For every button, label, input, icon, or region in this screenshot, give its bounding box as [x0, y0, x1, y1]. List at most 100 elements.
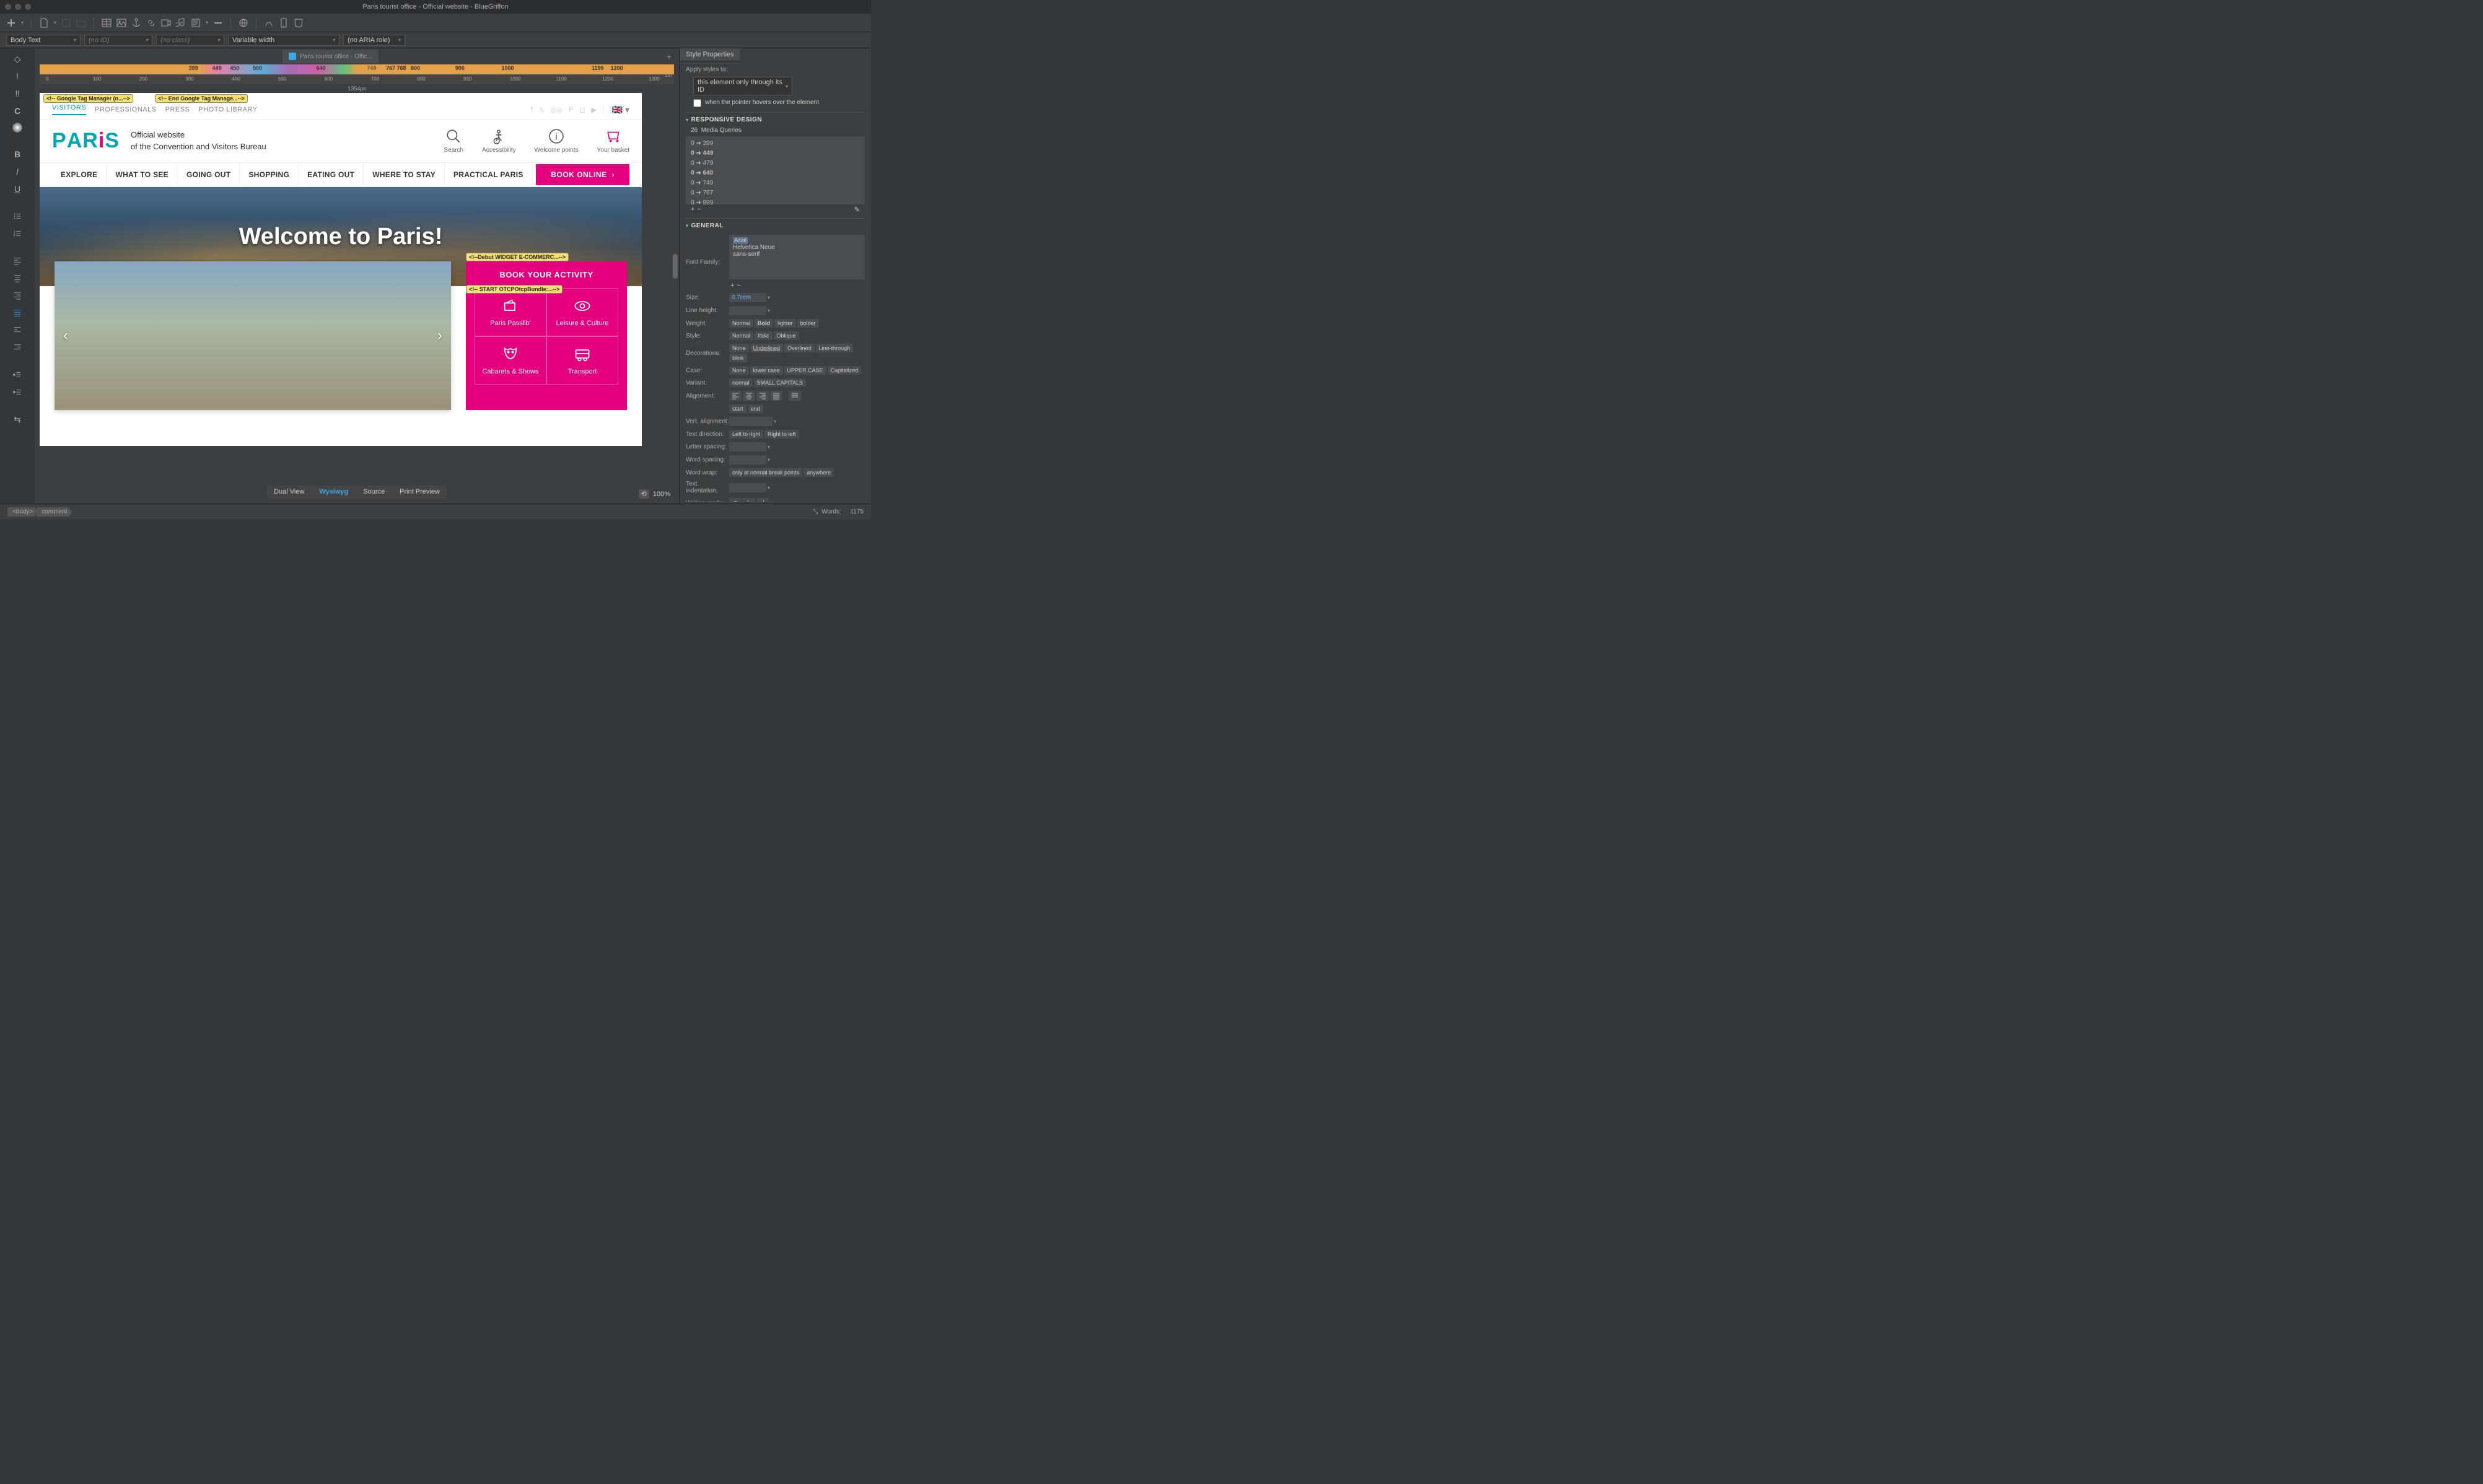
header-search[interactable]: Search	[444, 128, 463, 154]
document-tab[interactable]: Paris tourist office - Offic...	[282, 50, 379, 63]
header-welcome[interactable]: iWelcome points	[535, 128, 579, 154]
editor-scrollbar[interactable]	[672, 93, 679, 504]
topnav-professionals[interactable]: PROFESSIONALS	[95, 106, 156, 113]
word-spacing-input[interactable]	[729, 455, 766, 465]
wrap-buttons[interactable]: only at normal break pointsanywhere	[729, 468, 865, 477]
align-center-icon[interactable]	[12, 273, 23, 284]
audio-icon[interactable]	[176, 18, 186, 28]
topnav-visitors[interactable]: VISITORS	[52, 104, 86, 115]
font-remove-button[interactable]: −	[737, 282, 740, 289]
nav-eatingout[interactable]: EATING OUT	[299, 163, 364, 186]
video-icon[interactable]	[161, 18, 171, 28]
hr-icon[interactable]	[213, 18, 223, 28]
breakpoint-bar[interactable]: 399 449 450 500 640 749 767 768 800 900 …	[40, 64, 674, 74]
nav-shopping[interactable]: SHOPPING	[240, 163, 299, 186]
view-dual[interactable]: Dual View	[266, 485, 312, 499]
panel-tab[interactable]: Style Properties	[680, 48, 740, 61]
font-family-list[interactable]: Arial Helvetica Neue sans-serif	[729, 235, 865, 279]
bold-icon[interactable]: B	[12, 149, 23, 160]
textdir-buttons[interactable]: Left to rightRight to left	[729, 430, 865, 439]
file-icon[interactable]	[39, 18, 49, 28]
mq-add-button[interactable]: +	[691, 206, 694, 213]
view-source[interactable]: Source	[356, 485, 392, 499]
nav-practical[interactable]: PRACTICAL PARIS	[445, 163, 533, 186]
variant-buttons[interactable]: normalSMALL CAPITALS	[729, 378, 865, 387]
apply-styles-combo[interactable]: this element only through its ID▾	[693, 77, 792, 95]
mq-remove-button[interactable]: −	[697, 206, 701, 213]
hero-carousel[interactable]: ‹ ›	[55, 261, 451, 410]
resize-grip-icon[interactable]: ⤡	[813, 508, 818, 515]
css-icon[interactable]	[294, 18, 304, 28]
window-traffic-lights[interactable]	[5, 4, 31, 10]
instagram-icon[interactable]: ◻	[579, 106, 585, 114]
align-extra1-icon[interactable]	[12, 325, 23, 336]
header-accessibility[interactable]: Accessibility	[482, 128, 515, 154]
booking-passlib[interactable]: Paris Passlib'	[475, 288, 546, 336]
direction-icon[interactable]: ⇆	[12, 414, 23, 425]
comment-marker[interactable]: <!-- Google Tag Manager (n...-->	[43, 94, 133, 103]
save-icon[interactable]	[61, 18, 71, 28]
site-logo[interactable]: PARiS	[52, 129, 120, 153]
weight-buttons[interactable]: NormalBoldlighterbolder	[729, 319, 865, 328]
facebook-icon[interactable]: f	[531, 106, 533, 114]
form-icon[interactable]	[191, 18, 201, 28]
topnav-photo[interactable]: PHOTO LIBRARY	[198, 106, 257, 113]
class-combo[interactable]: (no class)▾	[156, 35, 224, 46]
indent-input[interactable]	[729, 483, 766, 492]
hover-checkbox[interactable]: when the pointer hovers over the element	[693, 99, 865, 107]
globe-icon[interactable]	[239, 18, 248, 28]
view-print[interactable]: Print Preview	[392, 485, 447, 499]
language-flag[interactable]: 🇬🇧 ▾	[612, 105, 629, 115]
writing-mode-buttons[interactable]: ↴↳↲	[729, 498, 865, 502]
italic-icon[interactable]: I	[12, 166, 23, 177]
nav-explore[interactable]: EXPLORE	[52, 163, 107, 186]
outdent-icon[interactable]	[12, 369, 23, 380]
align-extra2-icon[interactable]	[12, 342, 23, 353]
style-buttons[interactable]: NormalItalicOblique	[729, 331, 865, 340]
section-responsive[interactable]: RESPONSIVE DESIGN	[686, 116, 865, 123]
paint-icon[interactable]: ‼	[12, 88, 23, 99]
breadcrumb-comment[interactable]: comment	[37, 507, 72, 517]
header-basket[interactable]: Your basket	[597, 128, 629, 154]
valign-input[interactable]	[729, 417, 773, 426]
alignment-buttons[interactable]	[729, 391, 865, 401]
letter-spacing-input[interactable]	[729, 442, 766, 452]
mobile-icon[interactable]	[279, 18, 289, 28]
lineheight-input[interactable]	[729, 306, 766, 315]
book-online-button[interactable]: BOOK ONLINE›	[536, 164, 629, 185]
add-tab-button[interactable]: +	[667, 51, 672, 61]
id-combo[interactable]: (no ID)▾	[84, 35, 152, 46]
aria-combo[interactable]: (no ARIA role)▾	[343, 35, 405, 46]
zoom-control[interactable]: ⟲100%	[639, 489, 670, 499]
align-right-icon[interactable]	[12, 290, 23, 301]
embed-icon[interactable]: ◇	[12, 53, 23, 64]
case-buttons[interactable]: Nonelower caseUPPER CASECapitalized	[729, 366, 865, 375]
alignment-start-end[interactable]: startend	[729, 404, 865, 413]
comment-marker[interactable]: <!-- START OTCPOtcpBundle:...-->	[466, 285, 563, 294]
swatch-icon[interactable]	[12, 123, 22, 133]
comment-marker[interactable]: <!--Debut WIDGET E-COMMERC...-->	[466, 253, 569, 261]
nav-wheretostay[interactable]: WHERE TO STAY	[364, 163, 445, 186]
booking-transport[interactable]: Transport	[546, 336, 618, 385]
zoom-reset-icon[interactable]: ⟲	[639, 489, 649, 499]
view-wysiwyg[interactable]: Wysiwyg	[312, 485, 356, 499]
youtube-icon[interactable]: ▶	[591, 106, 596, 114]
carousel-next-icon[interactable]: ›	[437, 327, 442, 344]
horizontal-ruler[interactable]: 0 100 200 300 400 500 600 700 800 900 10…	[40, 74, 674, 84]
booking-cabarets[interactable]: Cabarets & Shows	[475, 336, 546, 385]
twitter-icon[interactable]: 𝕏	[539, 106, 545, 114]
align-justify-icon[interactable]	[12, 307, 23, 318]
anchor-icon[interactable]	[131, 18, 141, 28]
dropper-icon[interactable]: !	[12, 71, 23, 82]
size-input[interactable]	[729, 293, 766, 302]
comment-tool-icon[interactable]: C	[12, 105, 23, 116]
image-icon[interactable]	[116, 18, 126, 28]
table-icon[interactable]	[102, 18, 112, 28]
mq-edit-button[interactable]: ✎	[854, 206, 860, 214]
bullet-list-icon[interactable]	[12, 211, 23, 222]
nav-goingout[interactable]: GOING OUT	[178, 163, 240, 186]
link-icon[interactable]	[146, 18, 156, 28]
element-combo[interactable]: Body Text▾	[6, 35, 81, 46]
number-list-icon[interactable]: 123	[12, 228, 23, 239]
align-left-icon[interactable]	[12, 255, 23, 266]
